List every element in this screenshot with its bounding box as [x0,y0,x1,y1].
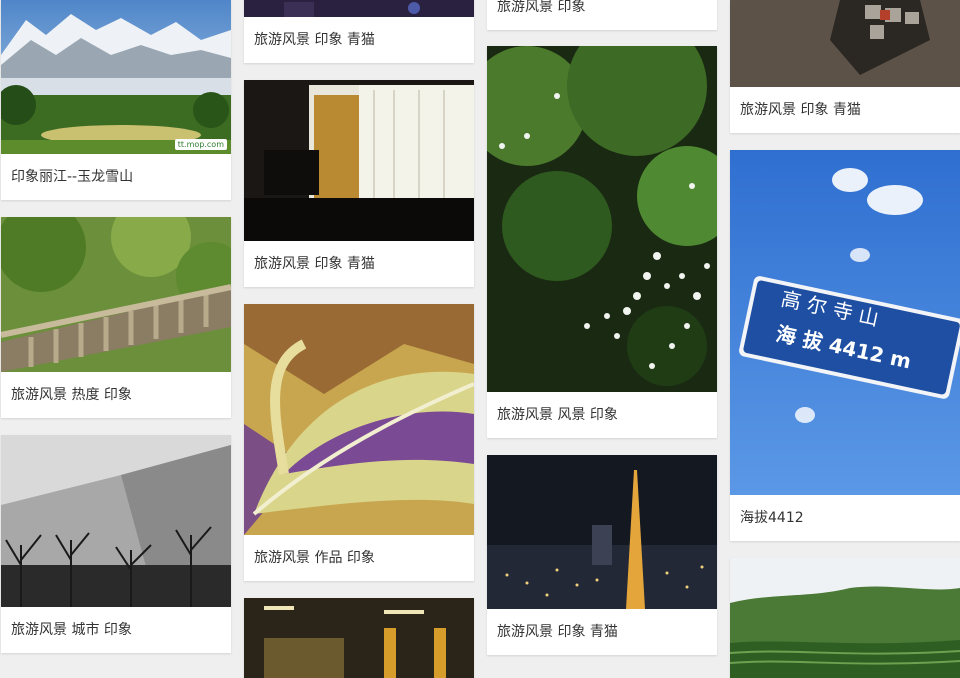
card-caption: 旅游风景 城市 印象 [11,622,132,638]
card-image-white-blossoms[interactable] [487,46,717,392]
card-image-tokyo-tower[interactable] [487,455,717,609]
photo-card[interactable]: 旅游风景 作品 印象 [244,304,474,581]
photo-card[interactable]: 旅游风景 印象 [487,0,717,30]
card-image-tea-hills[interactable] [730,558,960,678]
card-caption: 旅游风景 印象 青猫 [254,256,375,272]
card-image-curtain-room[interactable] [244,80,474,241]
card-image-subway[interactable] [244,598,474,678]
card-caption: 旅游风景 印象 青猫 [497,624,618,640]
photo-card[interactable]: 旅游风景 印象 青猫 [487,455,717,655]
card-image-night-purple[interactable] [244,0,474,17]
photo-card[interactable]: 高 尔 寺 山 海 拔 4412 m 海拔4412 [730,150,960,541]
card-caption: 旅游风景 热度 印象 [11,387,132,403]
photo-card[interactable]: 旅游风景 印象 青猫 [730,0,960,133]
photo-card[interactable] [244,598,474,678]
photo-card[interactable]: tt.mop.com 印象丽江--玉龙雪山 [1,0,231,200]
card-caption: 旅游风景 风景 印象 [497,407,618,423]
card-image-leaf-painting[interactable] [244,304,474,535]
photo-card[interactable] [730,558,960,678]
card-caption: 旅游风景 作品 印象 [254,550,375,566]
card-caption: 印象丽江--玉龙雪山 [11,169,134,185]
card-caption: 旅游风景 印象 青猫 [254,32,375,48]
card-image-wooden-railing[interactable] [1,217,231,372]
photo-card[interactable]: 旅游风景 城市 印象 [1,435,231,653]
card-image-altitude-sign[interactable]: 高 尔 寺 山 海 拔 4412 m [730,150,960,495]
card-image-snow-mountain[interactable]: tt.mop.com [1,0,231,154]
card-image-bw-building[interactable] [1,435,231,607]
photo-card[interactable]: 旅游风景 印象 青猫 [244,80,474,287]
photo-card[interactable]: 旅游风景 印象 青猫 [244,0,474,63]
card-caption: 旅游风景 印象 [497,0,586,15]
watermark-logo: tt.mop.com [174,139,227,150]
photo-card[interactable]: 旅游风景 热度 印象 [1,217,231,418]
card-caption: 旅游风景 印象 青猫 [740,102,861,118]
photo-card[interactable]: 旅游风景 风景 印象 [487,46,717,438]
card-image-rubiks-cube[interactable] [730,0,960,87]
card-caption: 海拔4412 [740,510,804,526]
